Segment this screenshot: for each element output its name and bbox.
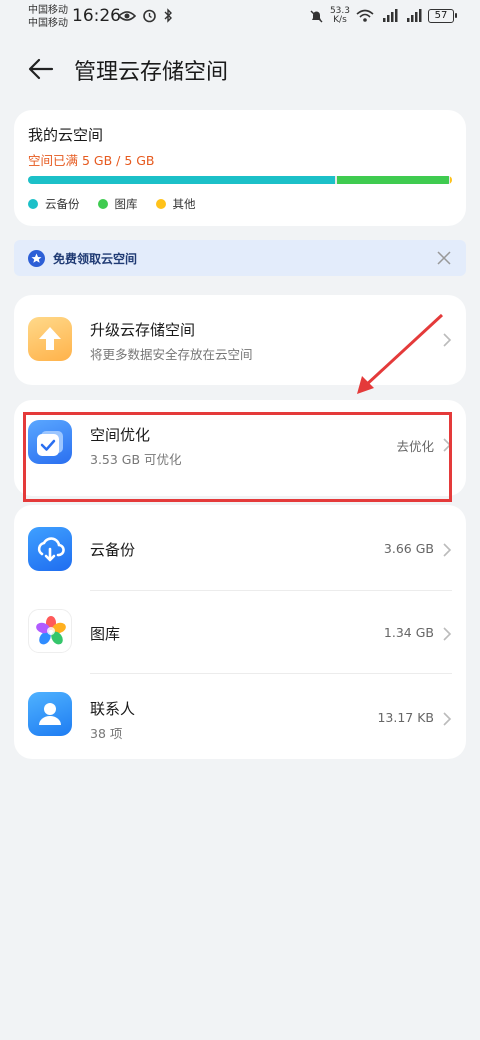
battery-icon: 57 <box>428 9 457 23</box>
header: 管理云存储空间 <box>0 44 480 94</box>
close-icon[interactable] <box>436 250 452 266</box>
clock: 16:26 <box>72 6 121 26</box>
cloud-backup-icon <box>28 527 72 571</box>
legend-label: 其他 <box>172 197 196 211</box>
chevron-right-icon <box>443 543 452 557</box>
app-size: 1.34 GB <box>383 625 434 640</box>
legend-item-other: 其他 <box>155 196 196 212</box>
legend-dot <box>97 199 108 209</box>
alarm-icon <box>143 9 156 23</box>
usage-segment-other <box>450 176 452 184</box>
list-item-contacts[interactable]: 联系人 38 项 13.17 KB <box>14 674 466 758</box>
upgrade-subtitle: 将更多数据安全存放在云空间 <box>90 347 253 362</box>
app-name: 云备份 <box>90 541 136 559</box>
status-icons-right: 53.3 K/s 57 <box>309 7 457 25</box>
app-subtitle: 38 项 <box>90 726 123 741</box>
storage-usage-bar <box>28 176 452 184</box>
chevron-right-icon <box>443 712 452 726</box>
app-name: 图库 <box>90 625 121 643</box>
gallery-icon <box>28 609 72 653</box>
usage-segment-gallery <box>337 176 449 184</box>
chevron-right-icon <box>443 333 452 347</box>
carrier-2: 中国移动 <box>28 18 68 29</box>
free-space-banner[interactable]: 免费领取云空间 <box>14 240 466 276</box>
storage-used-text: 空间已满 5 GB / 5 GB <box>28 153 155 168</box>
app-size: 3.66 GB <box>383 541 434 556</box>
storage-legend: 云备份 图库 其他 <box>28 196 196 212</box>
wifi-icon <box>356 9 374 22</box>
legend-label: 图库 <box>114 197 138 211</box>
app-name: 联系人 <box>90 700 136 718</box>
legend-label: 云备份 <box>45 197 80 211</box>
signal-icon <box>383 9 398 22</box>
upgrade-storage-item[interactable]: 升级云存储空间 将更多数据安全存放在云空间 <box>14 295 466 385</box>
mute-bell-icon <box>310 10 323 22</box>
star-badge-icon <box>28 249 45 267</box>
chevron-right-icon <box>443 627 452 641</box>
upload-arrow-icon <box>28 317 72 361</box>
contacts-icon <box>28 692 72 736</box>
status-icons-left <box>118 8 173 23</box>
net-speed: 53.3 K/s <box>330 7 350 25</box>
legend-item-backup: 云备份 <box>28 196 80 212</box>
usage-segment-backup <box>28 176 336 184</box>
highlight-box <box>23 412 452 502</box>
storage-card: 我的云空间 空间已满 5 GB / 5 GB 云备份 图库 其他 <box>14 110 466 226</box>
legend-dot <box>155 199 166 209</box>
list-item-cloud-backup[interactable]: 云备份 3.66 GB <box>14 505 466 589</box>
bluetooth-icon <box>164 8 172 23</box>
banner-text: 免费领取云空间 <box>53 251 138 266</box>
upgrade-title: 升级云存储空间 <box>90 321 196 339</box>
carrier-info: 中国移动 中国移动 <box>28 4 68 30</box>
status-bar: 中国移动 中国移动 16:26 53.3 K/s 57 <box>0 0 480 36</box>
app-storage-list: 云备份 3.66 GB 图库 1.34 GB 联系人 38 项 13.17 KB <box>14 505 466 759</box>
page-title: 管理云存储空间 <box>74 60 229 85</box>
legend-dot <box>28 199 38 209</box>
net-speed-unit: K/s <box>333 15 347 25</box>
app-size: 13.17 KB <box>377 710 434 725</box>
back-arrow-icon[interactable] <box>26 54 56 84</box>
legend-item-gallery: 图库 <box>97 196 138 212</box>
eye-icon <box>118 10 136 21</box>
list-item-gallery[interactable]: 图库 1.34 GB <box>14 591 466 673</box>
storage-title: 我的云空间 <box>28 126 104 144</box>
signal-icon <box>407 9 422 22</box>
carrier-1: 中国移动 <box>28 5 68 16</box>
